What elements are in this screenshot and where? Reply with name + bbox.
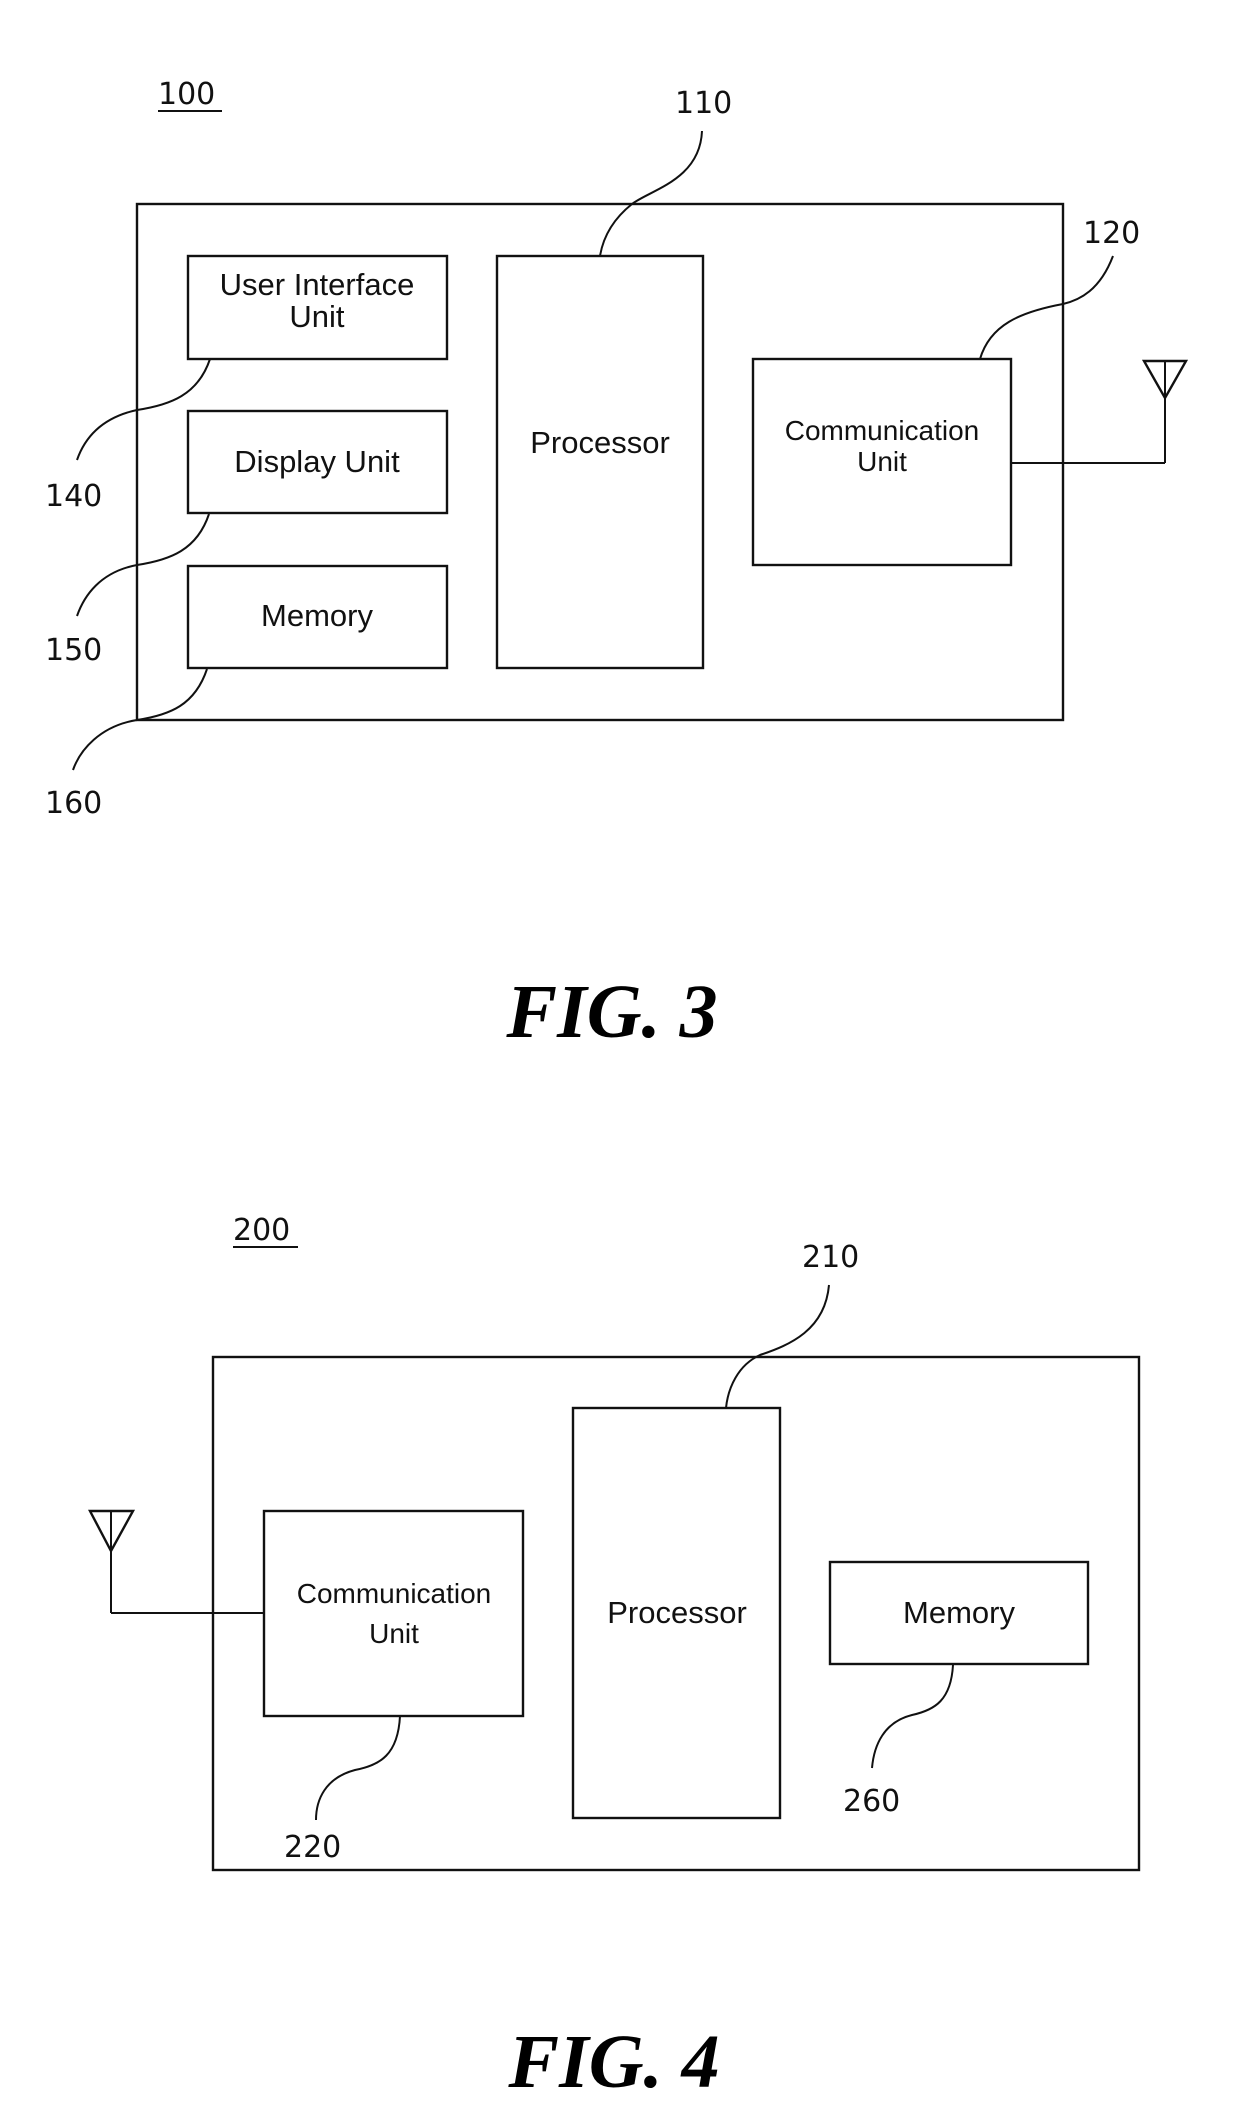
ref-160: 160 xyxy=(45,786,102,821)
ref-220: 220 xyxy=(284,1830,341,1865)
figure-3-caption: FIG. 3 xyxy=(505,970,717,1054)
ref-140: 140 xyxy=(45,479,102,514)
user-interface-unit-label-line2: Unit xyxy=(289,299,345,334)
memory-label: Memory xyxy=(261,598,373,633)
memory-label: Memory xyxy=(903,1595,1015,1630)
device-ref-100: 100 xyxy=(158,77,215,112)
ref-150: 150 xyxy=(45,633,102,668)
ref-260: 260 xyxy=(843,1784,900,1819)
ref-210: 210 xyxy=(802,1240,859,1275)
patent-drawing-sheet: 100 User Interface Unit Display Unit Mem… xyxy=(45,77,1189,2104)
processor-label: Processor xyxy=(607,1595,747,1630)
communication-unit-label-line2: Unit xyxy=(369,1618,419,1649)
ref-120: 120 xyxy=(1083,216,1140,251)
communication-unit-label-line2: Unit xyxy=(857,446,907,477)
device-ref-200: 200 xyxy=(233,1213,290,1248)
communication-unit-label-line1: Communication xyxy=(785,415,980,446)
communication-unit-label-line1: Communication xyxy=(297,1578,492,1609)
figure-3: 100 User Interface Unit Display Unit Mem… xyxy=(45,77,1189,1054)
figure-4-caption: FIG. 4 xyxy=(507,2020,719,2104)
processor-block xyxy=(495,254,705,670)
display-unit-label: Display Unit xyxy=(234,444,400,479)
user-interface-unit-label-line1: User Interface xyxy=(220,267,415,302)
figure-4: 200 Communication Unit Processor Memory … xyxy=(88,1213,1141,2104)
processor-label: Processor xyxy=(530,425,670,460)
ref-110: 110 xyxy=(675,86,732,121)
communication-unit-block xyxy=(262,1509,525,1718)
